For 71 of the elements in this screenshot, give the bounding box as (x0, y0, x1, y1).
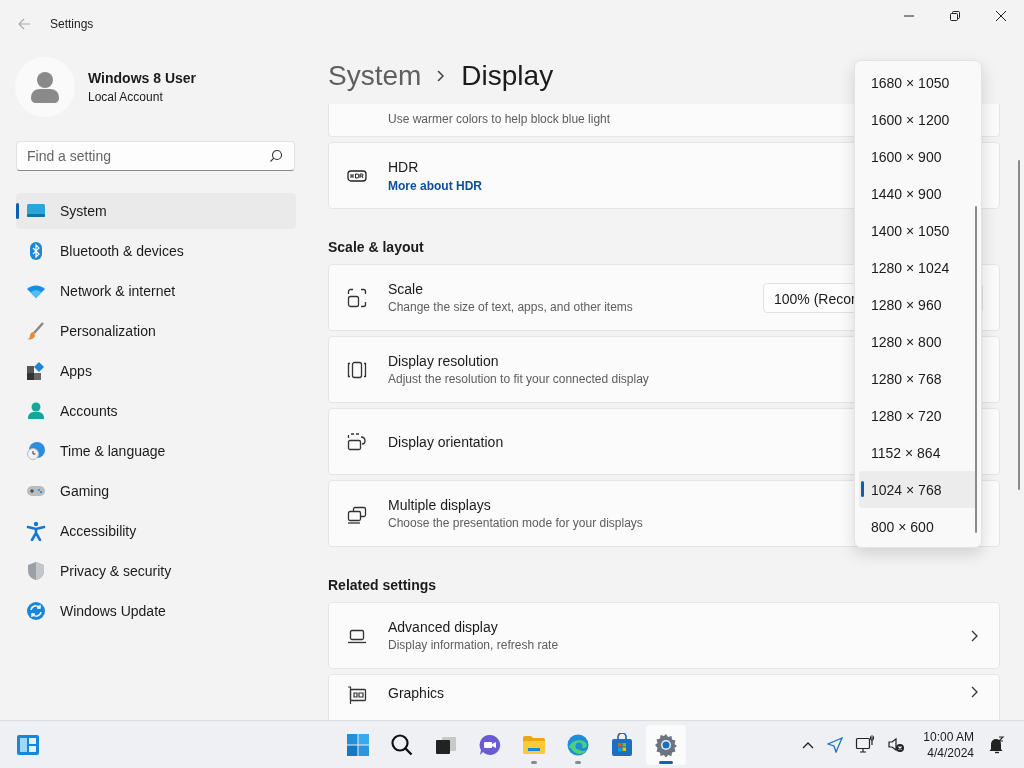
sidebar-item[interactable]: Accounts (16, 393, 296, 429)
menu-option[interactable]: 1600 × 1200 (859, 101, 977, 138)
clock[interactable]: 10:00 AM 4/4/2024 (913, 728, 980, 761)
section-heading: Scale & layout (328, 239, 424, 255)
globe-clock-icon (26, 441, 46, 461)
rotate-screen-icon (347, 431, 367, 452)
browser-icon (566, 732, 590, 757)
sidebar-item[interactable]: Privacy & security (16, 553, 296, 589)
apps-icon (26, 361, 46, 381)
restore-icon (949, 10, 961, 22)
section-heading: Related settings (328, 577, 437, 593)
sidebar-item[interactable]: Windows Update (16, 593, 296, 629)
card-description: Use warmer colors to help block blue light (388, 111, 611, 126)
card-title: Graphics (388, 685, 445, 701)
settings-card[interactable]: Graphics (328, 674, 1000, 720)
account-name: Windows 8 User (88, 70, 196, 86)
card-description: Display information, refresh rate (388, 638, 559, 652)
menu-option[interactable]: 1024 × 768 (859, 471, 977, 508)
sidebar-item[interactable]: Bluetooth & devices (16, 233, 296, 269)
sidebar-item[interactable]: Apps (16, 353, 296, 389)
menu-option[interactable]: 1680 × 1050 (859, 64, 977, 101)
start-icon (346, 732, 370, 757)
scrollbar[interactable] (975, 206, 977, 533)
search-icon (269, 149, 283, 163)
card-description: Choose the presentation mode for your displays (388, 516, 643, 530)
menu-option[interactable]: 1440 × 900 (859, 175, 977, 212)
account-type: Local Account (88, 90, 164, 104)
search-icon (390, 732, 414, 757)
resolution-icon (347, 359, 367, 380)
sync-icon (26, 601, 46, 621)
window-title: Settings (50, 17, 94, 31)
bell-sleep-icon[interactable] (988, 735, 1006, 754)
sidebar-item[interactable]: Personalization (16, 313, 296, 349)
card-title: Display resolution (388, 353, 499, 369)
graphics-card-icon (347, 685, 367, 705)
menu-option[interactable]: 1280 × 960 (859, 286, 977, 323)
sidebar-item[interactable]: System (16, 193, 296, 229)
menu-option[interactable]: 800 × 600 (859, 508, 977, 545)
card-title: Display orientation (388, 433, 504, 450)
volume-muted-icon[interactable] (887, 735, 906, 754)
scrollbar[interactable] (1018, 160, 1020, 490)
sidebar-item[interactable]: Gaming (16, 473, 296, 509)
settings-card[interactable]: Advanced display Display information, refresh rate (328, 602, 1000, 669)
chat-icon (478, 732, 502, 757)
card-title: HDR (388, 158, 419, 175)
location-arrow-icon[interactable] (827, 736, 844, 753)
breadcrumb-link[interactable]: System (328, 60, 422, 92)
page-title: Display (461, 60, 554, 92)
gear-icon (654, 732, 678, 757)
network-monitor-icon[interactable] (855, 734, 876, 755)
menu-option[interactable]: 1280 × 768 (859, 360, 977, 397)
card-title: Multiple displays (388, 497, 491, 513)
card-description: Adjust the resolution to fit your connected display (388, 372, 649, 386)
shield-icon (26, 561, 46, 581)
widgets-icon (16, 732, 40, 757)
menu-option[interactable]: 1400 × 1050 (859, 212, 977, 249)
close-icon (995, 10, 1007, 22)
card-description: Change the size of text, apps, and other items (388, 300, 633, 314)
person-icon (30, 71, 60, 103)
sidebar-item[interactable]: Time & language (16, 433, 296, 469)
card-title: Advanced display (388, 619, 498, 635)
paintbrush-icon (26, 321, 46, 341)
sidebar-item[interactable]: Network & internet (16, 273, 296, 309)
scale-icon (347, 287, 367, 308)
store-bag-icon (610, 732, 634, 757)
person-icon (26, 401, 46, 421)
accessibility-figure-icon (26, 521, 46, 541)
card-title: Scale (388, 281, 424, 297)
sidebar-item[interactable]: Accessibility (16, 513, 296, 549)
menu-option[interactable]: 1152 × 864 (859, 434, 977, 471)
search-field[interactable]: Find a setting (16, 141, 295, 171)
